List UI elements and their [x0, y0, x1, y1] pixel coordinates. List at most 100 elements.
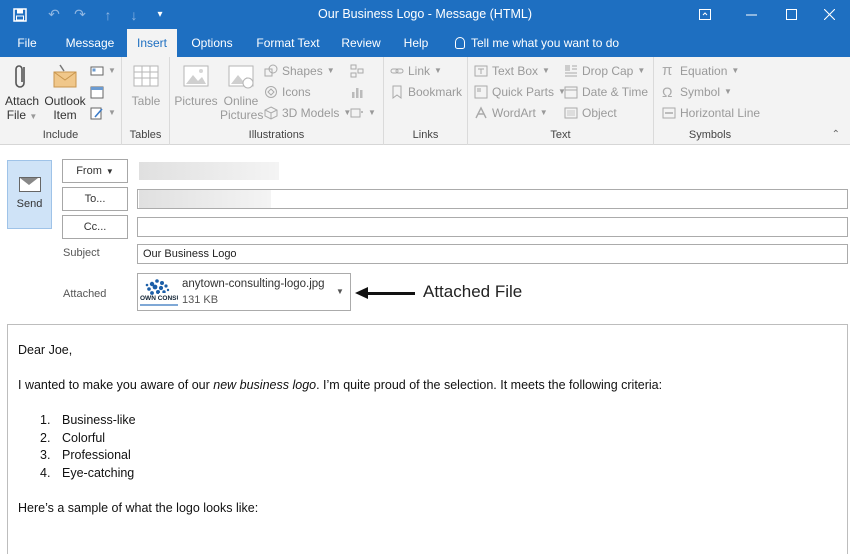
tab-options[interactable]: Options	[183, 29, 241, 57]
chevron-down-icon: ▼	[326, 66, 335, 75]
drop-cap-button[interactable]: Drop Cap ▼	[564, 61, 645, 81]
list-number: 3.	[40, 448, 51, 462]
screenshot-icon	[350, 106, 364, 120]
cc-button[interactable]: Cc...	[62, 215, 128, 239]
redo-icon[interactable]: ↷	[70, 0, 90, 29]
object-button[interactable]: Object	[564, 103, 617, 123]
business-card-button[interactable]: ▼	[90, 61, 116, 81]
bookmark-label: Bookmark	[408, 85, 463, 99]
signature-icon	[90, 106, 104, 120]
screenshot-button[interactable]: ▼	[350, 103, 376, 123]
smartart-button[interactable]	[350, 61, 364, 81]
cc-label: Cc...	[83, 221, 107, 233]
tell-me-search[interactable]: Tell me what you want to do	[455, 29, 619, 57]
chevron-down-icon: ▼	[539, 108, 548, 117]
link-icon	[390, 64, 404, 78]
chart-button[interactable]	[350, 82, 364, 102]
bookmark-button[interactable]: Bookmark	[390, 82, 462, 102]
ribbon: Attach File ▼ Outlook Item ▼ ▼ Include T…	[0, 57, 850, 145]
pictures-label: Pictures	[174, 94, 218, 108]
equation-label: Equation	[680, 64, 728, 78]
calendar-button[interactable]	[90, 82, 104, 102]
tell-me-label: Tell me what you want to do	[471, 36, 620, 50]
3d-models-button[interactable]: 3D Models ▼	[264, 103, 351, 123]
chevron-down-icon[interactable]: ▼	[336, 287, 344, 296]
link-label: Link	[408, 64, 431, 78]
message-body[interactable]: Dear Joe, I wanted to make you aware of …	[7, 324, 848, 554]
group-label-include: Include	[42, 129, 79, 141]
icons-icon	[264, 85, 278, 99]
outlook-item-button[interactable]: Outlook Item	[44, 61, 86, 122]
from-button[interactable]: From ▼	[62, 159, 128, 183]
link-button[interactable]: Link ▼	[390, 61, 442, 81]
icons-button[interactable]: Icons	[264, 82, 311, 102]
save-icon[interactable]	[10, 0, 30, 29]
icons-label: Icons	[282, 85, 311, 99]
online-pictures-button[interactable]: Online Pictures	[220, 61, 263, 122]
3d-models-label: 3D Models	[282, 106, 340, 120]
smartart-icon	[350, 64, 364, 78]
chevron-down-icon: ▼	[731, 66, 740, 75]
tab-insert[interactable]: Insert	[127, 29, 177, 57]
calendar-icon	[90, 85, 104, 99]
list-number: 2.	[40, 431, 51, 445]
attached-label: Attached	[63, 288, 107, 300]
chevron-down-icon: ▼	[724, 87, 732, 96]
previous-item-icon[interactable]: ↑	[98, 0, 118, 29]
undo-icon[interactable]: ↶	[44, 0, 64, 29]
text-box-label: Text Box	[492, 64, 539, 78]
cc-field[interactable]	[137, 217, 848, 237]
quick-parts-icon	[474, 85, 488, 99]
collapse-ribbon-icon[interactable]: ⌃	[832, 129, 840, 140]
group-label-text: Text	[550, 129, 571, 141]
tab-message[interactable]: Message	[60, 29, 120, 57]
quick-parts-button[interactable]: Quick Parts ▼	[474, 82, 566, 102]
send-label: Send	[16, 198, 43, 210]
horizontal-line-label: Horizontal Line	[680, 106, 761, 120]
customize-toolbar-icon[interactable]: ▾	[152, 0, 168, 29]
pictures-icon	[181, 61, 211, 91]
send-envelope-icon	[18, 177, 41, 192]
object-icon	[564, 106, 578, 120]
next-item-icon[interactable]: ↓	[124, 0, 144, 29]
symbol-button[interactable]: Ω Symbol ▼	[662, 82, 732, 102]
list-text: Eye-catching	[62, 466, 135, 480]
intro-text-2: . I’m quite proud of the selection. It m…	[316, 378, 663, 392]
quick-parts-label: Quick Parts	[492, 85, 555, 99]
send-button[interactable]: Send	[7, 160, 52, 229]
tab-help[interactable]: Help	[396, 29, 436, 57]
close-button[interactable]	[806, 0, 850, 29]
thumbnail-text: OWN CONSU	[140, 295, 178, 302]
text-box-button[interactable]: Text Box ▼	[474, 61, 550, 81]
group-label-symbols: Symbols	[688, 129, 732, 141]
intro-emphasis: new business logo	[213, 378, 317, 392]
online-pictures-icon	[226, 61, 256, 91]
date-time-button[interactable]: Date & Time	[564, 82, 648, 102]
wordart-button[interactable]: WordArt ▼	[474, 103, 548, 123]
ribbon-tabs: File Message Insert Options Format Text …	[0, 29, 850, 57]
attachment-card[interactable]: OWN CONSU anytown-consulting-logo.jpg 13…	[137, 273, 351, 311]
shapes-label: Shapes	[282, 64, 323, 78]
pictures-button[interactable]: Pictures	[174, 61, 218, 108]
shapes-button[interactable]: Shapes ▼	[264, 61, 335, 81]
chevron-down-icon: ▼	[29, 112, 38, 121]
subject-field[interactable]: Our Business Logo	[137, 244, 848, 264]
equation-button[interactable]: π Equation ▼	[662, 61, 739, 81]
tab-file[interactable]: File	[8, 29, 46, 57]
list-number: 1.	[40, 413, 51, 427]
horizontal-line-button[interactable]: Horizontal Line	[662, 103, 760, 123]
table-label: Table	[131, 94, 161, 108]
group-links: Link ▼ Bookmark Links	[384, 57, 468, 145]
omega-icon: Ω	[662, 84, 673, 100]
ribbon-display-options-icon[interactable]	[682, 0, 728, 29]
group-illustrations: Pictures Online Pictures Shapes ▼ Icons …	[170, 57, 384, 145]
to-button[interactable]: To...	[62, 187, 128, 211]
table-button[interactable]: Table	[128, 61, 164, 108]
wordart-icon	[474, 106, 488, 120]
tab-review[interactable]: Review	[334, 29, 388, 57]
group-include: Attach File ▼ Outlook Item ▼ ▼ Include	[0, 57, 122, 145]
tab-format-text[interactable]: Format Text	[250, 29, 326, 57]
signature-button[interactable]: ▼	[90, 103, 116, 123]
attach-file-button[interactable]: Attach File ▼	[4, 61, 40, 124]
horizontal-line-icon	[662, 106, 676, 120]
